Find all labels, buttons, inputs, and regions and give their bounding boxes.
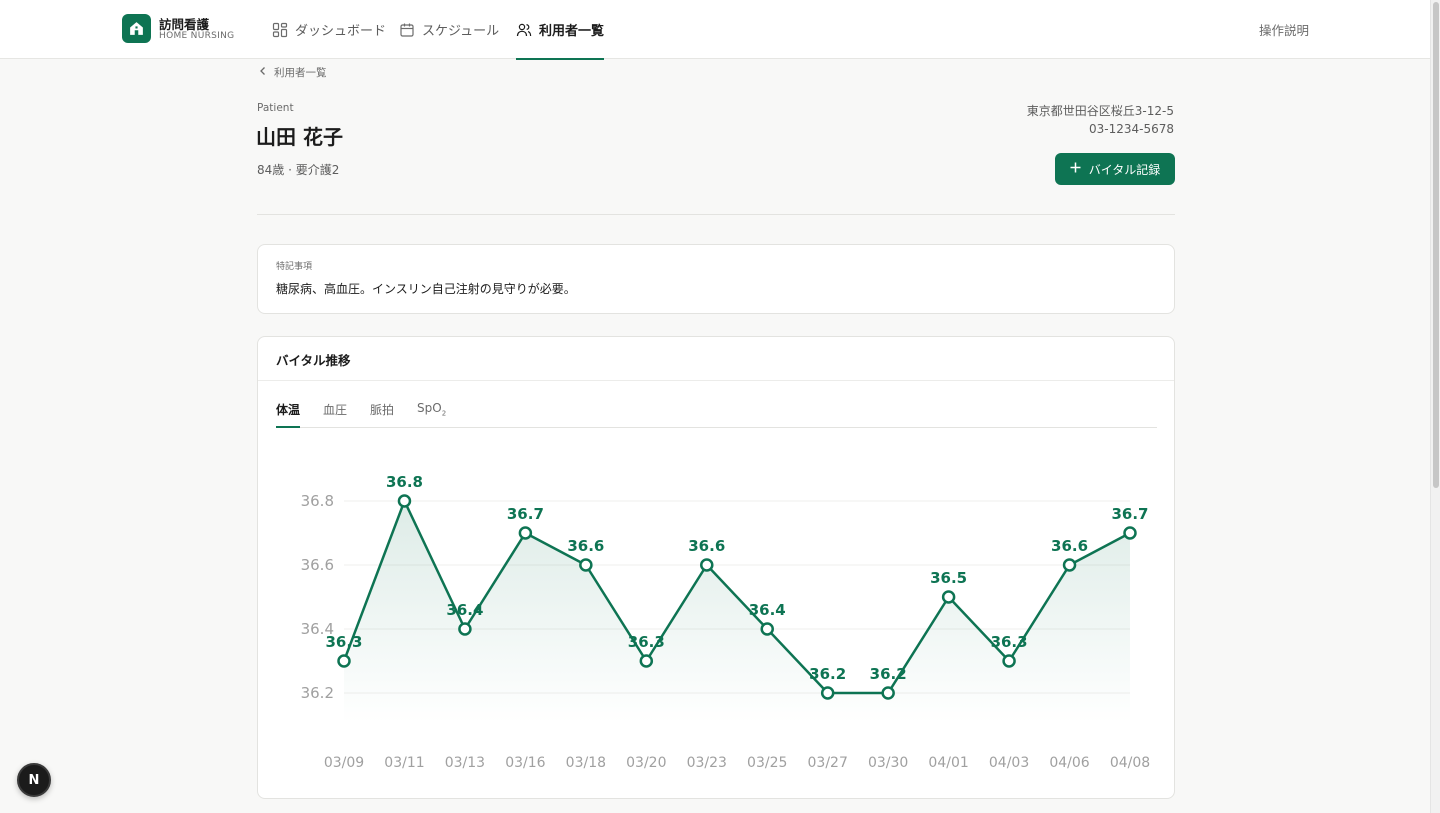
scrollbar-thumb[interactable] (1433, 2, 1439, 488)
page-scrollbar[interactable] (1430, 0, 1440, 813)
nav-patients-label: 利用者一覧 (539, 24, 605, 39)
x-tick-label: 03/13 (445, 755, 485, 771)
data-point (337, 654, 351, 668)
notes-label: 特記事項 (276, 262, 313, 272)
nav-dashboard-label: ダッシュボード (295, 24, 387, 39)
patient-name: 山田 花子 (256, 125, 343, 149)
data-label: 36.8 (386, 473, 423, 491)
x-tick-label: 03/20 (626, 755, 666, 771)
x-tick-label: 03/25 (747, 755, 787, 771)
data-label: 36.4 (446, 601, 483, 619)
data-label: 36.6 (567, 537, 604, 555)
notes-text: 糖尿病、高血圧。インスリン自己注射の見守りが必要。 (276, 282, 576, 296)
data-label: 36.3 (325, 633, 362, 651)
data-point (881, 686, 895, 700)
section-divider (257, 214, 1175, 215)
data-label: 36.2 (870, 665, 907, 683)
data-point (941, 590, 956, 604)
x-tick-label: 03/18 (566, 755, 606, 771)
patient-address: 東京都世田谷区桜丘3-12-5 (1026, 104, 1174, 118)
nav-schedule-label: スケジュール (422, 24, 500, 39)
nav-schedule[interactable]: スケジュール (399, 0, 499, 59)
calendar-icon (399, 22, 415, 38)
x-tick-label: 03/11 (384, 755, 424, 771)
x-tick-label: 03/09 (324, 755, 364, 771)
data-label: 36.6 (688, 537, 725, 555)
patient-meta: 84歳 · 要介護2 (257, 163, 340, 177)
data-point (397, 494, 412, 508)
brand-subtitle: HOME NURSING (159, 31, 235, 41)
data-point (579, 558, 593, 572)
nav-dashboard[interactable]: ダッシュボード (272, 0, 386, 59)
data-point (458, 622, 472, 636)
grid-icon (272, 22, 288, 38)
notes-card: 特記事項 糖尿病、高血圧。インスリン自己注射の見守りが必要。 (257, 244, 1175, 314)
patient-label: Patient (257, 102, 294, 114)
x-tick-label: 03/30 (868, 755, 908, 771)
data-point (1123, 526, 1137, 540)
x-tick-label: 03/27 (808, 755, 848, 771)
home-logo-icon[interactable] (122, 14, 151, 43)
add-vital-label: バイタル記録 (1088, 162, 1161, 177)
data-label: 36.7 (507, 505, 544, 523)
data-point (700, 558, 714, 572)
data-point (1062, 558, 1077, 572)
y-tick-label: 36.8 (301, 492, 334, 510)
data-label: 36.6 (1051, 537, 1088, 555)
data-point (639, 654, 654, 668)
add-vital-button[interactable]: バイタル記録 (1055, 153, 1175, 185)
data-label: 36.2 (809, 665, 846, 683)
back-link-label: 利用者一覧 (274, 67, 327, 79)
temperature-line-chart: 36.2 36.4 36.6 36.8 36.3 36.8 36.4 36.7 36.6 36.3… (301, 473, 1151, 771)
data-point (518, 526, 533, 540)
data-point (760, 622, 774, 636)
data-point (1002, 654, 1016, 668)
data-label: 36.5 (930, 569, 967, 587)
vitals-card: バイタル推移 体温 血圧 脈拍 SpO2 36.2 36.4 36.6 36.8 36.… (257, 336, 1175, 799)
data-point (820, 686, 835, 700)
data-label: 36.7 (1111, 505, 1148, 523)
back-link[interactable]: 利用者一覧 (259, 65, 327, 80)
nav-patients[interactable]: 利用者一覧 (516, 0, 605, 60)
help-link[interactable]: 操作説明 (1259, 20, 1309, 39)
x-tick-label: 04/01 (928, 755, 968, 771)
data-label: 36.3 (991, 633, 1028, 651)
users-icon (516, 22, 532, 38)
data-label: 36.4 (749, 601, 786, 619)
plus-icon (1070, 162, 1081, 176)
x-tick-label: 04/08 (1110, 755, 1150, 771)
patient-phone: 03-1234-5678 (1088, 122, 1174, 136)
y-tick-label: 36.6 (301, 556, 334, 574)
x-tick-label: 04/06 (1049, 755, 1089, 771)
data-label: 36.3 (628, 633, 665, 651)
x-tick-label: 03/16 (505, 755, 545, 771)
x-tick-label: 04/03 (989, 755, 1029, 771)
y-tick-label: 36.2 (301, 684, 334, 702)
x-tick-label: 03/23 (687, 755, 727, 771)
chevron-left-icon (259, 66, 267, 79)
top-navbar: 訪問看護 HOME NURSING ダッシュボード スケジュール 利用者一覧 操… (0, 0, 1430, 60)
dev-tools-badge[interactable]: N (17, 763, 51, 797)
